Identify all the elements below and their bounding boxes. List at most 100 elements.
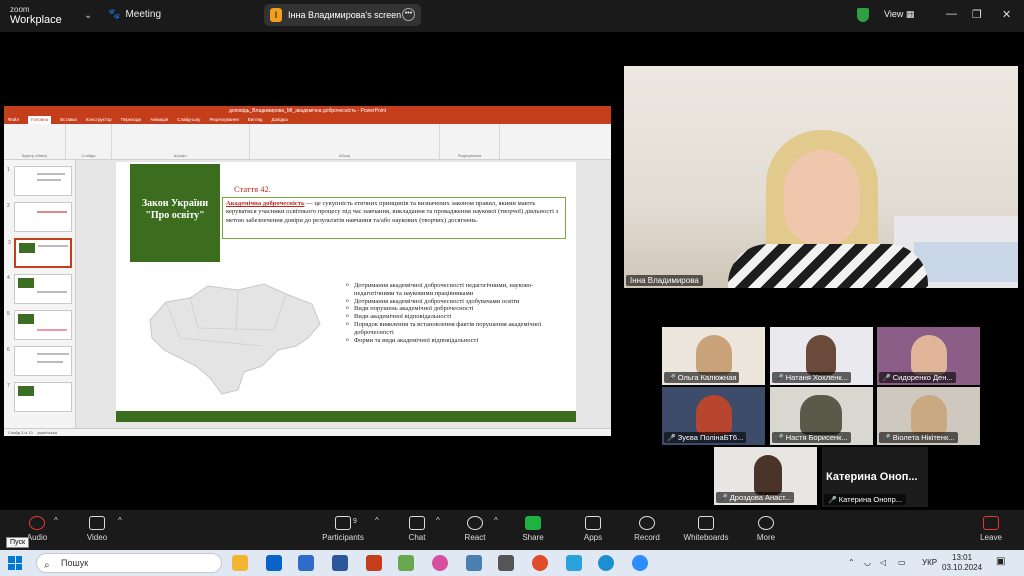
ppt-tab[interactable]: Анімація xyxy=(150,116,168,124)
ppt-tab[interactable]: Рецензування xyxy=(209,116,238,124)
slide-footer-bar xyxy=(116,411,576,422)
slide-thumb-6[interactable]: 6 xyxy=(7,346,72,376)
participant-name: 🎤 Віолета Нікітенк... xyxy=(879,432,958,443)
search-placeholder: Пошук xyxy=(61,558,89,568)
paint-icon[interactable] xyxy=(398,555,414,571)
mic-muted-icon: 🎤 xyxy=(667,375,676,382)
slide-thumb-4[interactable]: 4 xyxy=(7,274,72,304)
group-label: Шрифт xyxy=(173,153,188,158)
participant-tile[interactable]: 🎤 Дроздова Анаст... xyxy=(714,447,817,505)
participants-caret[interactable]: ^ xyxy=(375,516,379,525)
more-button[interactable]: More xyxy=(754,516,778,542)
speaker-icon[interactable]: ◁ xyxy=(880,558,886,567)
restore-icon[interactable]: ❐ xyxy=(972,8,982,21)
ribbon-group-clipboard[interactable]: Буфер обміну xyxy=(4,124,66,159)
chrome-icon[interactable] xyxy=(532,555,548,571)
slide-thumb-3[interactable]: 3 xyxy=(8,238,72,268)
minimize-icon[interactable]: — xyxy=(946,8,957,20)
slide-topic-list: Дотримання академічної доброчесності пед… xyxy=(346,282,556,344)
more-options-icon[interactable]: ••• xyxy=(402,8,415,21)
telegram-icon[interactable] xyxy=(566,555,582,571)
slide-thumb-5[interactable]: 5 xyxy=(7,310,72,340)
input-language[interactable]: УКР xyxy=(922,558,937,567)
word-icon[interactable] xyxy=(332,555,348,571)
battery-icon[interactable]: ▭ xyxy=(898,558,906,567)
slide-thumb-7[interactable]: 7 xyxy=(7,382,72,412)
ppt-tab[interactable]: Слайд-шоу xyxy=(177,116,200,124)
powerpoint-icon[interactable] xyxy=(366,555,382,571)
list-item: Форми та види академічної відповідальнос… xyxy=(346,337,556,345)
ppt-tab[interactable]: Конструктор xyxy=(86,116,112,124)
meeting-menu[interactable]: 🐾 Meeting xyxy=(108,9,161,20)
mic-muted-icon: 🎤 xyxy=(719,495,728,502)
apps-button[interactable]: Apps xyxy=(580,516,606,542)
whiteboard-icon xyxy=(698,516,714,530)
ppt-tab[interactable]: Головна xyxy=(28,116,52,124)
wifi-icon[interactable]: ◡ xyxy=(864,558,871,567)
security-shield-icon[interactable] xyxy=(857,8,869,22)
ppt-tab[interactable]: Довідка xyxy=(272,116,288,124)
group-label: Буфер обміну xyxy=(21,153,48,158)
ribbon-group-font[interactable]: Шрифт xyxy=(112,124,250,159)
view-menu[interactable]: View ▦ xyxy=(884,9,914,20)
record-button[interactable]: Record xyxy=(632,516,662,542)
participant-tile[interactable]: 🎤 Ольга Калюжная xyxy=(662,327,765,385)
list-item: Дотримання академічної доброчесності здо… xyxy=(346,298,556,306)
mic-muted-icon: 🎤 xyxy=(775,375,784,382)
file-explorer-icon[interactable] xyxy=(232,555,248,571)
video-options-caret[interactable]: ^ xyxy=(118,516,122,525)
participant-tile[interactable]: 🎤 Сидоренко Ден... xyxy=(877,327,980,385)
app-icon[interactable] xyxy=(498,555,514,571)
chat-button[interactable]: Chat xyxy=(405,516,429,542)
mic-muted-icon: 🎤 xyxy=(828,497,837,504)
video-button[interactable]: Video xyxy=(82,516,112,542)
start-tooltip: Пуск xyxy=(6,537,30,548)
notifications-icon[interactable]: ▣ xyxy=(996,556,1005,567)
react-caret[interactable]: ^ xyxy=(494,516,498,525)
participants-button[interactable]: Participants xyxy=(318,516,368,542)
taskbar-search[interactable]: ⌕ Пошук xyxy=(36,553,222,573)
leave-button[interactable]: Leave xyxy=(978,516,1004,542)
whiteboards-button[interactable]: Whiteboards xyxy=(682,516,730,542)
participant-tile[interactable]: 🎤 Натаня Хохленк... xyxy=(770,327,873,385)
zoom-icon[interactable] xyxy=(632,555,648,571)
chevron-down-icon[interactable]: ⌄ xyxy=(84,10,92,21)
ppt-status-bar: Слайд 3 із 13 українська xyxy=(4,428,611,436)
share-button[interactable]: Share xyxy=(520,516,546,542)
taskbar-clock[interactable]: 13:01 03.10.2024 xyxy=(942,553,982,573)
participants-icon xyxy=(335,516,351,530)
zoom-logo: zoom Workplace xyxy=(10,4,62,26)
participant-tile[interactable]: 🎤 Настя Борисенк... xyxy=(770,387,873,445)
ppt-tab[interactable]: Переходи xyxy=(121,116,141,124)
app-icon[interactable] xyxy=(432,555,448,571)
participant-tile[interactable]: 🎤 Віолета Нікітенк... xyxy=(877,387,980,445)
app-icon[interactable] xyxy=(466,555,482,571)
definition-term: Академічна доброчесність xyxy=(226,200,305,207)
slide-thumbnails: 1 2 3 4 5 6 7 xyxy=(4,160,76,428)
react-button[interactable]: React xyxy=(462,516,488,542)
audio-options-caret[interactable]: ^ xyxy=(54,516,58,525)
participant-tile[interactable]: 🎤 Зуєва ПолінаБТ6... xyxy=(662,387,765,445)
slide-thumb-1[interactable]: 1 xyxy=(7,166,72,196)
outlook-icon[interactable] xyxy=(266,555,282,571)
participant-name: 🎤 Сидоренко Ден... xyxy=(879,372,956,383)
ppt-tab[interactable]: Вигляд xyxy=(248,116,263,124)
ribbon-group-editing[interactable]: Редагування xyxy=(440,124,500,159)
ribbon-group-paragraph[interactable]: Абзац xyxy=(250,124,440,159)
speaker-video[interactable]: Інна Владимирова xyxy=(624,66,1018,288)
ppt-tab[interactable]: Файл xyxy=(8,116,19,124)
close-icon[interactable]: ✕ xyxy=(1002,8,1011,21)
screen-share-indicator[interactable]: I Інна Владимирова's screen ••• xyxy=(264,4,421,26)
current-slide[interactable]: Закон України "Про освіту" Стаття 42. Ак… xyxy=(116,162,576,422)
ppt-tab[interactable]: Вставка xyxy=(60,116,77,124)
tray-chevron-icon[interactable]: ⌃ xyxy=(848,558,855,567)
share-screen-icon xyxy=(525,516,541,530)
slide-thumb-2[interactable]: 2 xyxy=(7,202,72,232)
ribbon-group-slides[interactable]: Слайди xyxy=(66,124,112,159)
windows-start-icon[interactable] xyxy=(8,556,22,570)
participant-display-name: Катерина Оноп... xyxy=(826,471,918,483)
chat-caret[interactable]: ^ xyxy=(436,516,440,525)
participant-tile-no-video[interactable]: Катерина Оноп... 🎤 Катерина Онопр... xyxy=(822,447,928,507)
edge-icon[interactable] xyxy=(598,555,614,571)
app-icon[interactable] xyxy=(298,555,314,571)
